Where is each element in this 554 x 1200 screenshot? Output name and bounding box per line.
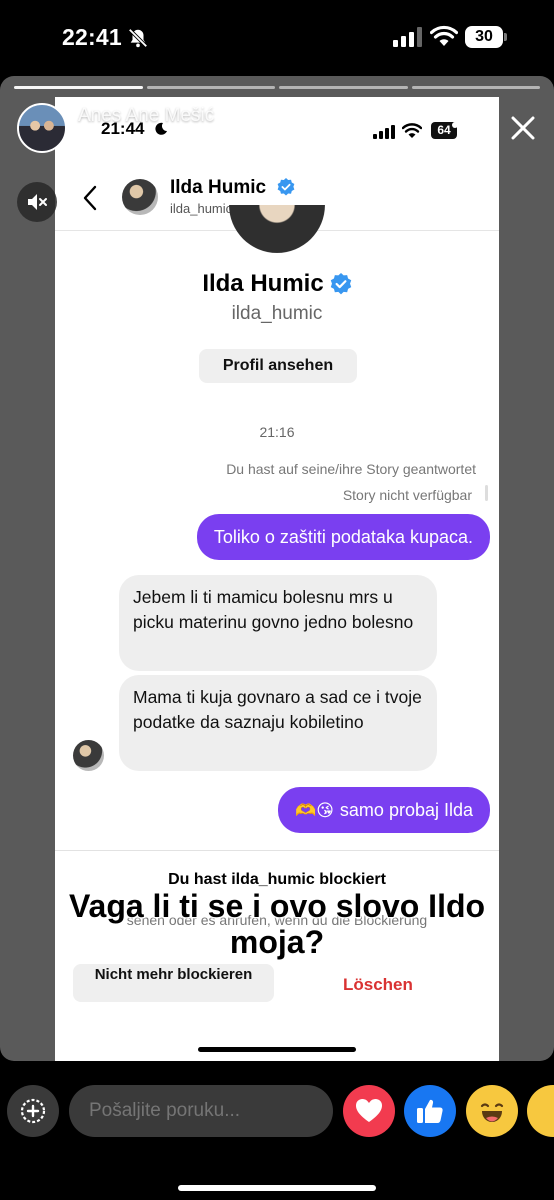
speaker-muted-icon [28, 194, 47, 210]
home-indicator [178, 1185, 376, 1191]
laugh-reaction-button[interactable] [466, 1085, 518, 1137]
battery-level: 30 [465, 26, 503, 48]
message-outgoing[interactable]: Toliko o zaštiti podataka kupaca. [196, 514, 490, 560]
progress-segment [14, 86, 143, 89]
header-avatar[interactable] [122, 179, 158, 215]
profile-avatar [229, 205, 325, 253]
story-reply-bar [0, 1061, 554, 1200]
story-reply-bar [485, 485, 488, 501]
story-user-avatar[interactable] [17, 103, 67, 153]
more-options-icon[interactable] [451, 121, 481, 129]
blocked-title: Du hast ilda_humic blockiert [168, 871, 386, 888]
progress-segment [146, 86, 275, 89]
add-circle-icon [20, 1098, 46, 1124]
message-incoming[interactable]: Mama ti kuja govnaro a sad ce i tvoje po… [119, 675, 437, 771]
profile-name: Ilda Humic [55, 270, 499, 298]
verified-badge-icon [277, 178, 295, 196]
header-name[interactable]: Ilda Humic [170, 177, 266, 199]
progress-segment [279, 86, 408, 89]
battery-icon: 30 [465, 26, 509, 48]
header-handle: ilda_humic [170, 201, 233, 216]
back-arrow-icon[interactable] [81, 185, 99, 211]
story-time-ago: 8 min [229, 105, 276, 126]
screenshot-signal-icon [373, 125, 395, 139]
story-reply-note: Du hast auf seine/ihre Story geantwortet [226, 461, 476, 477]
delete-button[interactable]: Löschen [343, 975, 413, 995]
heart-icon [356, 1099, 382, 1122]
unblock-button[interactable]: Nicht mehr blockieren [73, 964, 274, 1002]
story-user-name[interactable]: Anes Ane Mešić [78, 105, 214, 127]
like-icon [417, 1099, 443, 1123]
like-reaction-button[interactable] [404, 1085, 456, 1137]
signal-icon [393, 27, 422, 47]
mute-button[interactable] [17, 182, 57, 222]
view-profile-button[interactable]: Profil ansehen [199, 349, 357, 383]
message-outgoing[interactable]: 🫶😘 samo probaj Ilda [278, 787, 490, 833]
profile-name-text: Ilda Humic [202, 270, 324, 297]
screenshot-wifi-icon [402, 123, 422, 138]
message-text: samo probaj Ilda [339, 800, 473, 820]
story-caption: Vaga li ti se i ovo slovo Ildo moja? [68, 888, 486, 960]
more-reaction-button[interactable] [527, 1085, 554, 1137]
status-time: 22:41 [62, 24, 122, 50]
heart-reaction-button[interactable] [343, 1085, 395, 1137]
story-retry-text[interactable]: Dodirnite za pokušaj [98, 132, 243, 150]
laughing-face-icon [480, 1103, 504, 1122]
add-button[interactable] [7, 1085, 59, 1137]
wifi-icon [430, 25, 458, 46]
close-icon[interactable] [509, 114, 537, 142]
screenshot-home-indicator [198, 1047, 356, 1052]
message-emoji: 🫶😘 [295, 801, 334, 820]
story-viewer[interactable]: 21:44 64 Ilda Humic ilda_humic Ilda Humi… [0, 76, 554, 1061]
progress-segment [411, 86, 540, 89]
globe-icon [80, 136, 92, 148]
message-incoming[interactable]: Jebem li ti mamicu bolesnu mrs u picku m… [119, 575, 437, 671]
chat-timestamp: 21:16 [259, 424, 295, 440]
sender-avatar [73, 740, 104, 771]
verified-badge-icon [330, 273, 351, 295]
story-progress-bar [14, 86, 540, 89]
message-input[interactable] [69, 1085, 333, 1137]
phone-status-bar: 22:41 30 [0, 0, 554, 76]
profile-handle: ilda_humic [231, 303, 323, 324]
bell-slash-icon [128, 28, 148, 48]
story-unavailable-note: Story nicht verfügbar [342, 487, 472, 503]
